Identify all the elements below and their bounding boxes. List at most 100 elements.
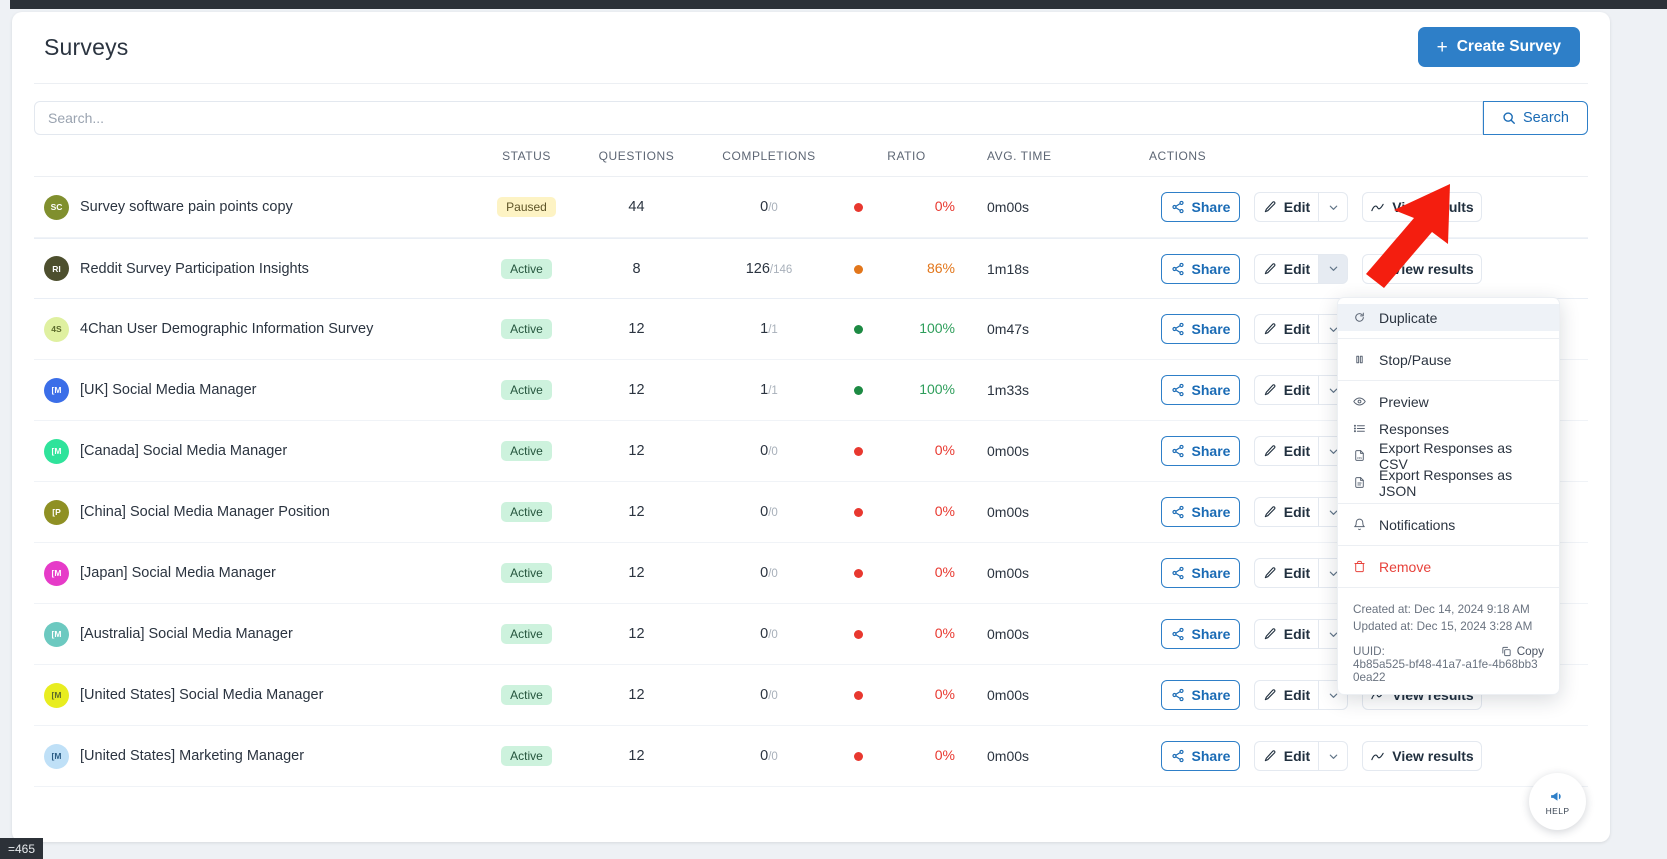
survey-name[interactable]: [Japan] Social Media Manager — [80, 565, 276, 581]
chevron-down-icon — [1328, 202, 1339, 213]
ratio-cell: 0% — [844, 747, 969, 765]
share-button[interactable]: Share — [1161, 253, 1240, 284]
survey-name[interactable]: [UK] Social Media Manager — [80, 382, 257, 398]
share-button[interactable]: Share — [1161, 680, 1240, 710]
copy-uuid-button[interactable]: Copy — [1501, 645, 1544, 658]
avg-time-cell: 0m00s — [987, 687, 1030, 703]
status-bar: =465 — [0, 838, 44, 859]
dropdown-item-export-responses-as-csv[interactable]: csv Export Responses as CSV — [1338, 440, 1559, 472]
table-row[interactable]: RI Reddit Survey Participation Insights Ac… — [34, 238, 1588, 299]
share-label: Share — [1191, 504, 1231, 520]
survey-name[interactable]: 4Chan User Demographic Information Surve… — [80, 321, 373, 337]
ratio-cell: 0% — [844, 686, 969, 704]
dropdown-item-duplicate[interactable]: Duplicate — [1338, 304, 1559, 331]
completions-cell: 0/0 — [694, 198, 844, 216]
completions-cell: 0/0 — [694, 442, 844, 460]
avg-time-cell: 0m00s — [987, 626, 1030, 642]
share-button[interactable]: Share — [1161, 619, 1240, 649]
dropdown-item-label: Preview — [1379, 393, 1429, 410]
share-button[interactable]: Share — [1161, 314, 1240, 344]
status-cell: Paused — [474, 197, 579, 217]
survey-name[interactable]: [Canada] Social Media Manager — [80, 443, 287, 459]
dropdown-item-label: Notifications — [1379, 516, 1456, 533]
view-results-button[interactable]: View results — [1362, 192, 1482, 222]
completions-total: /0 — [768, 751, 778, 763]
table-row[interactable]: [M [United States] Marketing Manager Activ… — [34, 726, 1588, 787]
share-button[interactable]: Share — [1161, 436, 1240, 466]
edit-split-button: Edit — [1254, 497, 1348, 527]
avatar: [M — [44, 682, 69, 708]
edit-label: Edit — [1283, 321, 1311, 337]
edit-button[interactable]: Edit — [1254, 436, 1318, 466]
edit-label: Edit — [1283, 504, 1311, 520]
surveys-card: Surveys + Create Survey Search S — [12, 12, 1610, 842]
status-badge: Active — [501, 441, 552, 461]
view-results-button[interactable]: View results — [1362, 253, 1482, 284]
dropdown-item-preview[interactable]: Preview — [1338, 388, 1559, 415]
dropdown-item-export-responses-as-json[interactable]: Export Responses as JSON — [1338, 467, 1559, 499]
dropdown-item-notifications[interactable]: Notifications — [1338, 511, 1559, 538]
search-button[interactable]: Search — [1483, 101, 1588, 135]
survey-name[interactable]: Survey software pain points copy — [80, 199, 293, 215]
col-completions: COMPLETIONS — [722, 148, 816, 163]
ratio-status-dot — [854, 264, 863, 274]
dropdown-item-responses[interactable]: Responses — [1338, 415, 1559, 442]
share-button[interactable]: Share — [1161, 497, 1240, 527]
edit-label: Edit — [1283, 565, 1311, 581]
row-actions-dropdown: Duplicate Stop/Pause Preview Responses csv Ex… — [1337, 297, 1560, 696]
edit-button[interactable]: Edit — [1254, 497, 1318, 527]
ratio-status-dot — [854, 630, 863, 639]
edit-button[interactable]: Edit — [1254, 192, 1318, 222]
dropdown-item-stop-pause[interactable]: Stop/Pause — [1338, 346, 1559, 373]
status-badge: Active — [501, 258, 552, 279]
table-header-row: STATUS QUESTIONS COMPLETIONS RATIO AVG. … — [34, 135, 1588, 177]
file-json-icon — [1353, 476, 1366, 489]
ratio-cell: 0% — [844, 625, 969, 643]
survey-name[interactable]: [Australia] Social Media Manager — [80, 626, 293, 642]
completions-total: /0 — [768, 507, 778, 519]
survey-name[interactable]: Reddit Survey Participation Insights — [80, 261, 309, 277]
edit-button[interactable]: Edit — [1254, 375, 1318, 405]
edit-button[interactable]: Edit — [1254, 253, 1318, 284]
table-row[interactable]: SC Survey software pain points copy Paused… — [34, 177, 1588, 238]
edit-label: Edit — [1283, 687, 1311, 703]
edit-button[interactable]: Edit — [1254, 558, 1318, 588]
survey-name[interactable]: [United States] Social Media Manager — [80, 687, 323, 703]
survey-name-cell: [M [Australia] Social Media Manager — [34, 621, 474, 647]
share-label: Share — [1191, 260, 1231, 277]
share-button[interactable]: Share — [1161, 741, 1240, 771]
row-actions-toggle[interactable] — [1318, 192, 1348, 222]
status-cell: Active — [474, 624, 579, 644]
completions-total: /146 — [769, 263, 793, 276]
ratio-status-dot — [854, 752, 863, 761]
row-actions-toggle[interactable] — [1318, 741, 1348, 771]
search-row: Search — [34, 101, 1588, 135]
survey-name[interactable]: [United States] Marketing Manager — [80, 748, 304, 764]
share-button[interactable]: Share — [1161, 558, 1240, 588]
view-results-button[interactable]: View results — [1362, 741, 1482, 771]
uuid-label: UUID: — [1353, 645, 1385, 659]
completions-cell: 0/0 — [694, 564, 844, 582]
edit-button[interactable]: Edit — [1254, 741, 1318, 771]
edit-button[interactable]: Edit — [1254, 619, 1318, 649]
survey-name[interactable]: [China] Social Media Manager Position — [80, 504, 330, 520]
status-badge: Paused — [497, 197, 556, 217]
share-button[interactable]: Share — [1161, 192, 1240, 222]
avatar: [M — [44, 743, 69, 769]
search-input[interactable] — [34, 101, 1483, 135]
row-actions-toggle[interactable] — [1318, 253, 1348, 284]
status-badge: Active — [501, 563, 552, 583]
edit-button[interactable]: Edit — [1254, 314, 1318, 344]
edit-button[interactable]: Edit — [1254, 680, 1318, 710]
create-survey-button[interactable]: + Create Survey — [1417, 27, 1580, 67]
survey-name-cell: [P [China] Social Media Manager Position — [34, 499, 474, 525]
share-button[interactable]: Share — [1161, 375, 1240, 405]
edit-split-button: Edit — [1254, 558, 1348, 588]
dropdown-item-remove[interactable]: Remove — [1338, 553, 1559, 580]
search-button-label: Search — [1523, 110, 1569, 126]
edit-label: Edit — [1283, 748, 1311, 764]
help-widget-button[interactable]: HELP — [1529, 773, 1586, 830]
avatar: [M — [44, 560, 69, 586]
status-cell: Active — [474, 746, 579, 766]
status-cell: Active — [474, 563, 579, 583]
